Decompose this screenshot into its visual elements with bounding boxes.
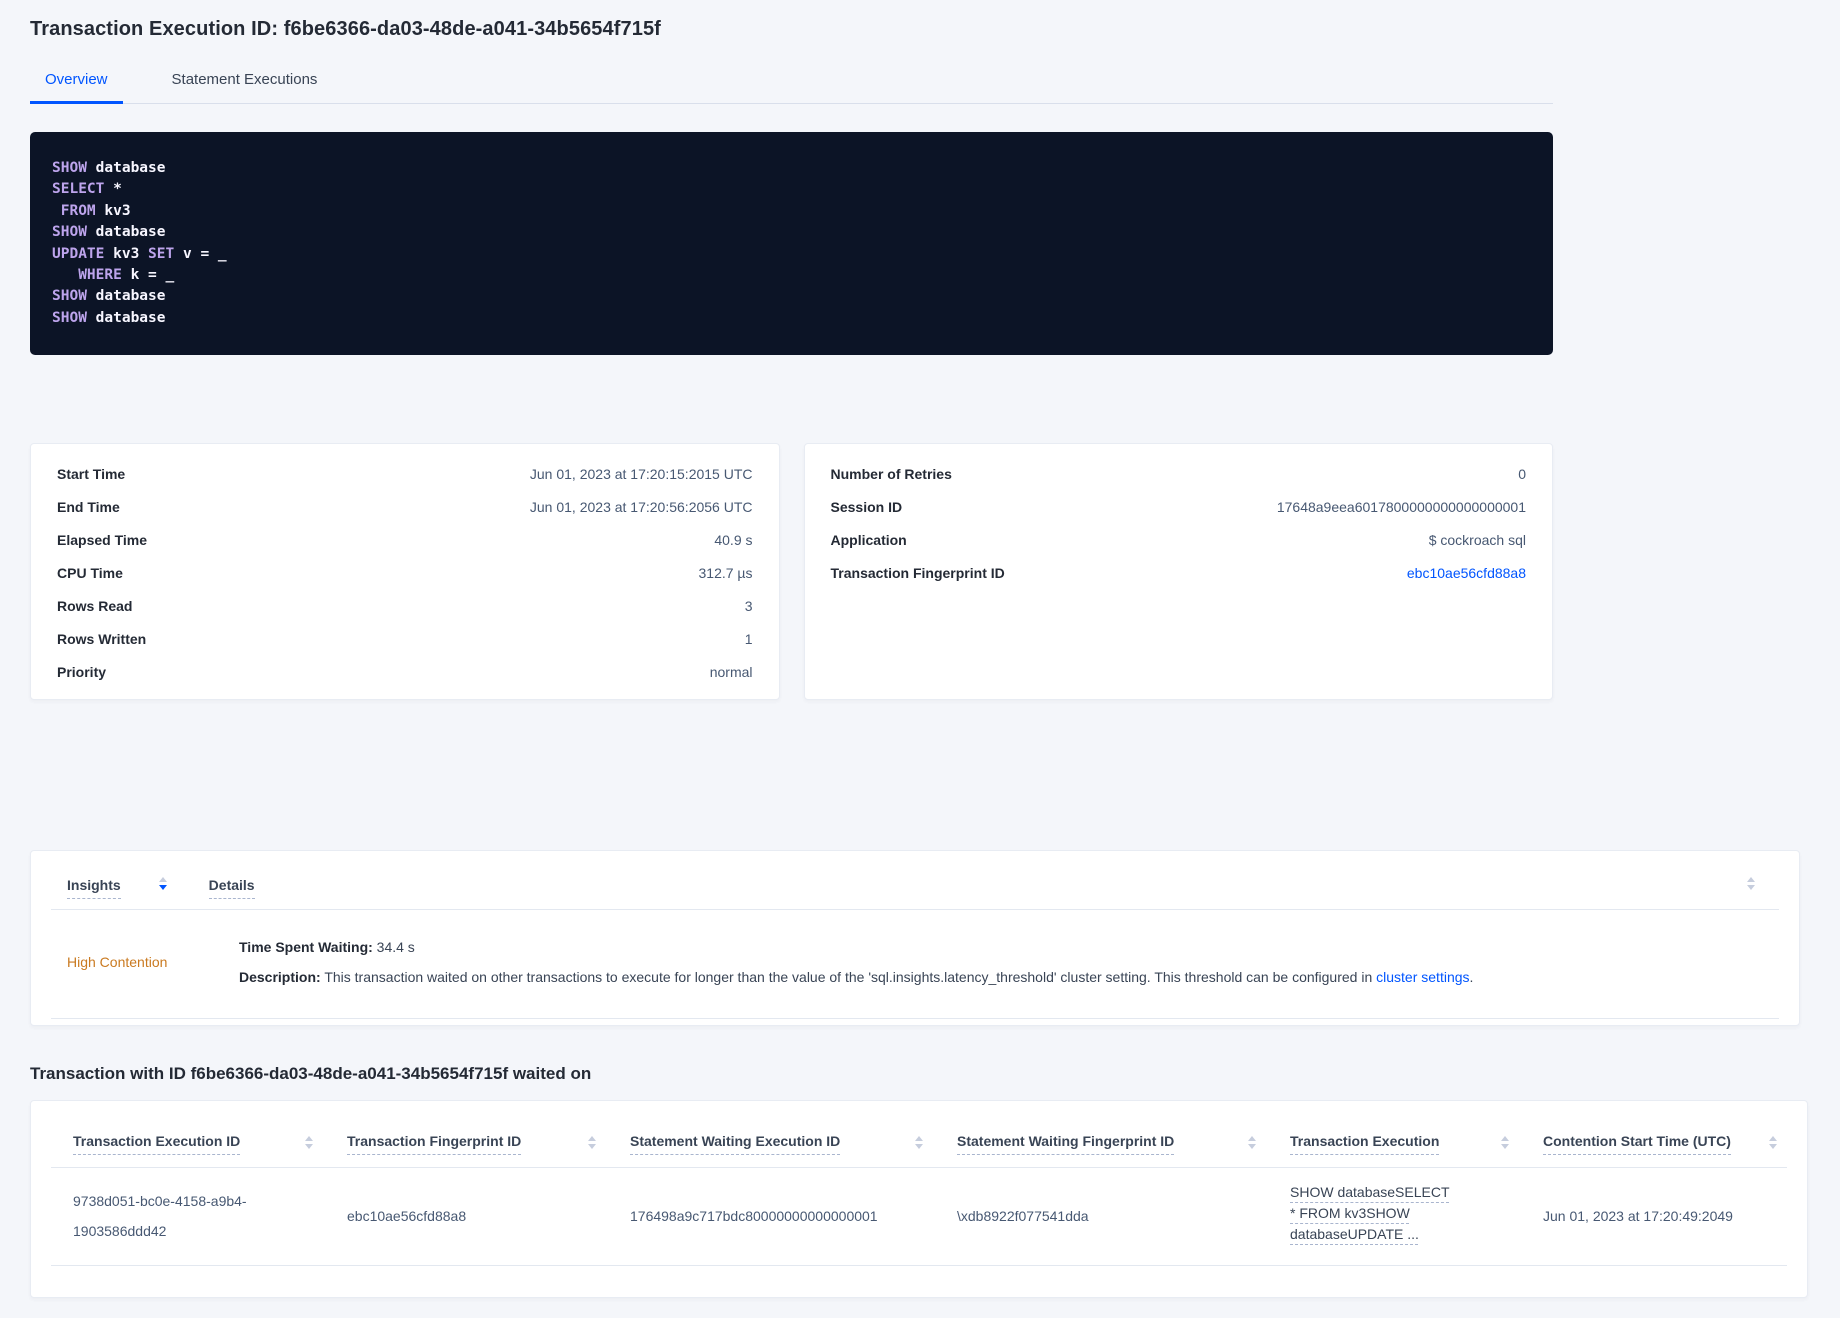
- summary-row: End Time Jun 01, 2023 at 17:20:56:2056 U…: [57, 490, 753, 523]
- column-header-statement-waiting-execution-id[interactable]: Statement Waiting Execution ID: [630, 1133, 957, 1155]
- summary-row: Priority normal: [57, 655, 753, 688]
- sort-icon[interactable]: [1248, 1136, 1256, 1149]
- insight-badge-high-contention: High Contention: [67, 954, 168, 970]
- summary-value: 40.9 s: [714, 531, 753, 548]
- sort-icon[interactable]: [1747, 877, 1755, 890]
- summary-label: Rows Written: [57, 630, 147, 647]
- summary-row: Start Time Jun 01, 2023 at 17:20:15:2015…: [57, 457, 753, 490]
- summary-value: 17648a9eea6017800000000000000001: [1276, 498, 1526, 515]
- insight-row: High Contention Time Spent Waiting: 34.4…: [31, 910, 1799, 1018]
- insights-table-header: Insights Details: [31, 877, 1799, 909]
- sort-icon[interactable]: [915, 1136, 923, 1149]
- summary-value: Jun 01, 2023 at 17:20:56:2056 UTC: [529, 498, 753, 515]
- summary-cards-row: Start Time Jun 01, 2023 at 17:20:15:2015…: [30, 443, 1553, 700]
- summary-label: Start Time: [57, 465, 126, 482]
- cell-contention-start-time: Jun 01, 2023 at 17:20:49:2049: [1543, 1207, 1733, 1224]
- waited-table-header: Transaction Execution ID Transaction Fin…: [31, 1101, 1807, 1155]
- summary-value: 0: [1518, 465, 1526, 482]
- cell-statement-waiting-execution-id: 176498a9c717bdc80000000000000001: [630, 1207, 878, 1224]
- summary-label: Number of Retries: [830, 465, 952, 482]
- transaction-execution-page: Transaction Execution ID: f6be6366-da03-…: [0, 0, 1840, 1298]
- transaction-fingerprint-link[interactable]: ebc10ae56cfd88a8: [1407, 565, 1526, 581]
- summary-row: Number of Retries 0: [831, 457, 1527, 490]
- summary-row: Session ID 17648a9eea6017800000000000000…: [831, 490, 1527, 523]
- summary-label: Rows Read: [57, 597, 133, 614]
- cell-transaction-fingerprint-id: ebc10ae56cfd88a8: [347, 1207, 467, 1224]
- summary-row: Rows Read 3: [57, 589, 753, 622]
- insight-details: Time Spent Waiting: 34.4 s Description: …: [239, 932, 1763, 992]
- column-header-statement-waiting-fingerprint-id[interactable]: Statement Waiting Fingerprint ID: [957, 1133, 1290, 1155]
- column-header-transaction-execution[interactable]: Transaction Execution: [1290, 1133, 1543, 1155]
- sql-statement-box: SHOW database SELECT * FROM kv3 SHOW datab…: [30, 132, 1553, 355]
- time-spent-waiting-line: Time Spent Waiting: 34.4 s: [239, 939, 415, 955]
- summary-label: Elapsed Time: [57, 531, 148, 548]
- summary-row: Application $ cockroach sql: [831, 523, 1527, 556]
- execution-summary-card: Start Time Jun 01, 2023 at 17:20:15:2015…: [30, 443, 780, 700]
- summary-row: CPU Time 312.7 µs: [57, 556, 753, 589]
- divider: [51, 1018, 1779, 1019]
- summary-label: Application: [830, 531, 907, 548]
- sort-icon[interactable]: [305, 1136, 313, 1149]
- summary-row: Elapsed Time 40.9 s: [57, 523, 753, 556]
- session-summary-card: Number of Retries 0 Session ID 17648a9ee…: [803, 443, 1553, 700]
- column-header-transaction-fingerprint-id[interactable]: Transaction Fingerprint ID: [347, 1133, 630, 1155]
- sort-desc-icon[interactable]: [158, 877, 167, 890]
- summary-value: normal: [709, 663, 753, 680]
- cell-transaction-execution-id: 9738d051-bc0e-4158-a9b4-1903586ddd42: [73, 1192, 247, 1239]
- cell-transaction-execution: SHOW databaseSELECT * FROM kv3SHOW datab…: [1290, 1182, 1543, 1249]
- sort-icon[interactable]: [1501, 1136, 1509, 1149]
- tab-bar: Overview Statement Executions: [30, 61, 1553, 104]
- summary-value: 312.7 µs: [698, 564, 753, 581]
- insights-column-header[interactable]: Insights: [67, 877, 121, 899]
- insight-description-line: Description: This transaction waited on …: [239, 969, 1474, 985]
- summary-label: Transaction Fingerprint ID: [830, 564, 1005, 581]
- summary-row: Transaction Fingerprint ID ebc10ae56cfd8…: [831, 556, 1527, 589]
- cluster-settings-link[interactable]: cluster settings: [1376, 969, 1469, 985]
- tab-statement-executions[interactable]: Statement Executions: [157, 61, 333, 103]
- cell-statement-waiting-fingerprint-id: \xdb8922f077541dda: [957, 1207, 1089, 1224]
- sort-icon[interactable]: [1769, 1136, 1777, 1149]
- column-header-transaction-execution-id[interactable]: Transaction Execution ID: [73, 1133, 347, 1155]
- transaction-execution-link[interactable]: SHOW databaseSELECT * FROM kv3SHOW datab…: [1290, 1182, 1458, 1245]
- sort-icon[interactable]: [588, 1136, 596, 1149]
- column-header-contention-start-time[interactable]: Contention Start Time (UTC): [1543, 1133, 1777, 1155]
- summary-label: End Time: [57, 498, 120, 515]
- summary-value: $ cockroach sql: [1428, 531, 1526, 548]
- summary-value: Jun 01, 2023 at 17:20:15:2015 UTC: [529, 465, 753, 482]
- summary-label: CPU Time: [57, 564, 123, 581]
- waited-on-heading: Transaction with ID f6be6366-da03-48de-a…: [30, 1064, 592, 1083]
- summary-row: Rows Written 1: [57, 622, 753, 655]
- details-column-header[interactable]: Details: [208, 877, 255, 899]
- summary-value: 1: [744, 630, 753, 647]
- sql-code: SHOW database SELECT * FROM kv3 SHOW datab…: [52, 160, 227, 326]
- summary-label: Session ID: [830, 498, 903, 515]
- divider: [51, 1265, 1787, 1266]
- page-title: Transaction Execution ID: f6be6366-da03-…: [30, 18, 661, 40]
- table-row: 9738d051-bc0e-4158-a9b4-1903586ddd42 ebc…: [31, 1168, 1807, 1265]
- insights-table: Insights Details High Contention Time Sp…: [30, 850, 1800, 1026]
- summary-label: Priority: [57, 663, 107, 680]
- waited-on-table: Transaction Execution ID Transaction Fin…: [30, 1100, 1808, 1298]
- tab-overview[interactable]: Overview: [30, 61, 123, 104]
- summary-value: 3: [744, 597, 753, 614]
